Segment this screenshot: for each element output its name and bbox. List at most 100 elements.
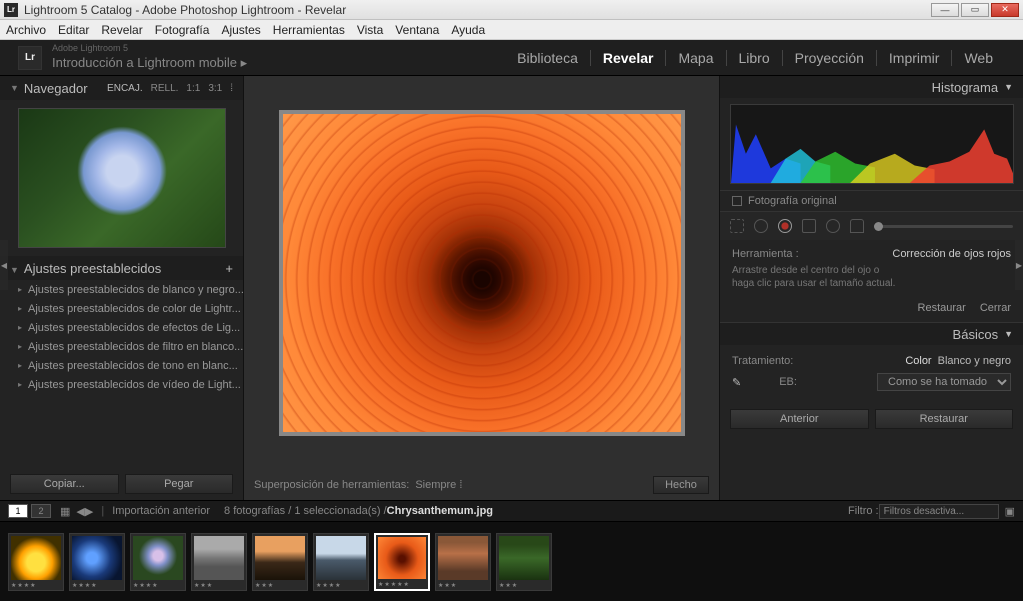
lightroom-logo: Lr — [18, 46, 42, 70]
eyedropper-icon[interactable]: ✎ — [732, 376, 741, 389]
treatment-bw[interactable]: Blanco y negro — [938, 355, 1011, 367]
restore-button[interactable]: Restaurar — [875, 409, 1014, 429]
preset-item[interactable]: Ajustes preestablecidos de tono en blanc… — [0, 356, 243, 375]
close-button[interactable]: ✕ — [991, 3, 1019, 17]
maximize-button[interactable]: ▭ — [961, 3, 989, 17]
done-button[interactable]: Hecho — [653, 476, 709, 494]
navigator-header[interactable]: ▼ Navegador ENCAJ. RELL. 1:1 3:1 ⁞ — [0, 76, 243, 100]
filmstrip-thumb[interactable]: ★★★★ — [313, 533, 369, 591]
copy-button[interactable]: Copiar... — [10, 474, 119, 494]
tool-hint: Arrastre desde el centro del ojo o haga … — [732, 264, 902, 290]
triangle-down-icon: ▼ — [10, 83, 19, 93]
tool-close-button[interactable]: Cerrar — [980, 302, 1011, 314]
module-mapa[interactable]: Mapa — [665, 50, 725, 66]
preset-item[interactable]: Ajustes preestablecidos de blanco y negr… — [0, 280, 243, 299]
checkbox-icon[interactable] — [732, 196, 742, 206]
navopt-encaj[interactable]: ENCAJ. — [107, 83, 143, 94]
module-picker: Biblioteca Revelar Mapa Libro Proyección… — [505, 50, 1005, 66]
preset-item[interactable]: Ajustes preestablecidos de efectos de Li… — [0, 318, 243, 337]
filmstrip-thumb[interactable]: ★★★ — [435, 533, 491, 591]
triangle-down-icon: ▼ — [10, 265, 19, 275]
module-proyeccion[interactable]: Proyección — [782, 50, 876, 66]
tool-overlay-value[interactable]: Siempre ⁞ — [415, 479, 462, 491]
redeye-tool-icon[interactable] — [778, 219, 792, 233]
radial-tool-icon[interactable] — [826, 219, 840, 233]
center-panel: Superposición de herramientas: Siempre ⁞… — [244, 76, 719, 500]
page-1-button[interactable]: 1 — [8, 504, 28, 518]
canvas-area[interactable] — [244, 76, 719, 470]
secondary-toolbar: 1 2 ▦ ◀▶ | Importación anterior 8 fotogr… — [0, 500, 1023, 522]
right-panel-toggle[interactable]: ▶ — [1015, 240, 1023, 290]
tool-strip — [720, 212, 1023, 240]
menu-editar[interactable]: Editar — [58, 23, 89, 37]
minimize-button[interactable]: — — [931, 3, 959, 17]
menu-ayuda[interactable]: Ayuda — [451, 23, 485, 37]
presets-header[interactable]: ▼Ajustes preestablecidos + — [0, 256, 243, 280]
menubar: Archivo Editar Revelar Fotografía Ajuste… — [0, 20, 1023, 40]
menu-ventana[interactable]: Ventana — [395, 23, 439, 37]
filmstrip-thumb[interactable]: ★★★★ — [69, 533, 125, 591]
module-revelar[interactable]: Revelar — [590, 50, 666, 66]
page-2-button[interactable]: 2 — [31, 504, 51, 518]
navigator-preview[interactable] — [18, 108, 226, 248]
current-filename: Chrysanthemum.jpg — [387, 505, 493, 517]
navopt-1-1[interactable]: 1:1 — [186, 83, 200, 94]
filter-lock-icon[interactable]: ▣ — [1005, 505, 1015, 518]
filmstrip[interactable]: ★★★★ ★★★★ ★★★★ ★★★ ★★★ ★★★★ ★★★★★ ★★★ ★★… — [0, 522, 1023, 601]
spot-tool-icon[interactable] — [754, 219, 768, 233]
gradient-tool-icon[interactable] — [802, 219, 816, 233]
histogram-header[interactable]: Histograma▼ — [720, 76, 1023, 98]
left-panel: ▼ Navegador ENCAJ. RELL. 1:1 3:1 ⁞ ▼Ajus… — [0, 76, 244, 500]
tool-overlay-label: Superposición de herramientas: — [254, 479, 409, 491]
navopt-more[interactable]: ⁞ — [230, 83, 233, 94]
menu-archivo[interactable]: Archivo — [6, 23, 46, 37]
paste-button[interactable]: Pegar — [125, 474, 234, 494]
tool-name: Corrección de ojos rojos — [892, 248, 1011, 260]
tool-info: Herramienta :Corrección de ojos rojos Ar… — [720, 240, 1023, 298]
app-icon: Lr — [4, 3, 18, 17]
menu-herramientas[interactable]: Herramientas — [273, 23, 345, 37]
grid-icon[interactable]: ▦ — [60, 505, 70, 518]
previous-button[interactable]: Anterior — [730, 409, 869, 429]
preset-item[interactable]: Ajustes preestablecidos de color de Ligh… — [0, 299, 243, 318]
brush-tool-icon[interactable] — [850, 219, 864, 233]
menu-revelar[interactable]: Revelar — [101, 23, 142, 37]
menu-fotografia[interactable]: Fotografía — [155, 23, 210, 37]
basics-header[interactable]: Básicos▼ — [720, 323, 1023, 345]
treatment-label: Tratamiento: — [732, 355, 793, 367]
add-preset-icon[interactable]: + — [225, 261, 233, 276]
filter-dropdown[interactable]: Filtros desactiva... — [879, 504, 999, 519]
wb-select[interactable]: Como se ha tomado — [877, 373, 1011, 391]
filmstrip-thumb[interactable]: ★★★ — [191, 533, 247, 591]
tool-reset-button[interactable]: Restaurar — [918, 302, 966, 314]
identity-plate[interactable]: Adobe Lightroom 5 Introducción a Lightro… — [52, 43, 505, 72]
window-title: Lightroom 5 Catalog - Adobe Photoshop Li… — [24, 3, 931, 17]
filmstrip-thumb[interactable]: ★★★★ — [8, 533, 64, 591]
photo-count: 8 fotografías / 1 seleccionada(s) / — [224, 505, 387, 517]
filmstrip-thumb-selected[interactable]: ★★★★★ — [374, 533, 430, 591]
filmstrip-thumb[interactable]: ★★★ — [496, 533, 552, 591]
triangle-down-icon: ▼ — [1004, 329, 1013, 339]
navopt-3-1[interactable]: 3:1 — [208, 83, 222, 94]
tool-size-slider[interactable] — [874, 225, 1013, 228]
preset-item[interactable]: Ajustes preestablecidos de filtro en bla… — [0, 337, 243, 356]
preset-item[interactable]: Ajustes preestablecidos de vídeo de Ligh… — [0, 375, 243, 394]
module-biblioteca[interactable]: Biblioteca — [505, 50, 590, 66]
crop-tool-icon[interactable] — [730, 219, 744, 233]
filmstrip-thumb[interactable]: ★★★★ — [130, 533, 186, 591]
import-source[interactable]: Importación anterior — [112, 505, 210, 517]
left-panel-toggle[interactable]: ◀ — [0, 240, 8, 290]
back-icon[interactable]: ◀▶ — [76, 505, 93, 518]
histogram-graph[interactable] — [730, 104, 1014, 184]
module-imprimir[interactable]: Imprimir — [876, 50, 952, 66]
treatment-color[interactable]: Color — [905, 355, 931, 367]
module-libro[interactable]: Libro — [726, 50, 782, 66]
navopt-rell[interactable]: RELL. — [151, 83, 179, 94]
main-photo[interactable] — [279, 110, 685, 436]
module-web[interactable]: Web — [951, 50, 1005, 66]
menu-vista[interactable]: Vista — [357, 23, 383, 37]
original-photo-check[interactable]: Fotografía original — [720, 190, 1023, 212]
menu-ajustes[interactable]: Ajustes — [221, 23, 260, 37]
filmstrip-thumb[interactable]: ★★★ — [252, 533, 308, 591]
filter-label: Filtro : — [848, 505, 879, 517]
